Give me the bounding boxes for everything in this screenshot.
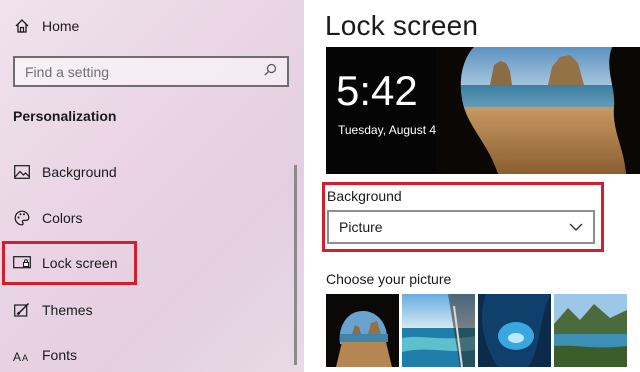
choose-picture-label: Choose your picture xyxy=(326,271,452,287)
palette-icon xyxy=(12,208,32,228)
nav-home[interactable]: Home xyxy=(12,14,79,38)
preview-beach-image xyxy=(436,47,640,174)
nav-home-label: Home xyxy=(42,18,80,34)
lock-screen-date: Tuesday, August 4 xyxy=(338,123,437,137)
sidebar-item-fonts[interactable]: AA Fonts xyxy=(2,333,294,372)
page-title: Lock screen xyxy=(325,10,479,41)
search-icon[interactable] xyxy=(264,63,277,81)
sidebar-item-label: Colors xyxy=(42,210,83,226)
settings-sidebar: Home Find a setting Personalization Back… xyxy=(0,0,304,372)
background-dropdown[interactable]: Picture xyxy=(327,210,595,244)
sidebar-item-background[interactable]: Background xyxy=(2,150,294,194)
section-title: Personalization xyxy=(13,108,117,124)
sidebar-item-label: Lock screen xyxy=(42,255,118,271)
picture-thumbnail-cave[interactable] xyxy=(326,294,399,367)
search-placeholder: Find a setting xyxy=(25,63,110,80)
picture-thumbnail-mountains[interactable] xyxy=(554,294,627,367)
svg-text:A: A xyxy=(13,350,21,362)
background-label: Background xyxy=(327,188,402,204)
lock-screen-icon xyxy=(12,253,32,273)
svg-text:A: A xyxy=(22,353,28,362)
lock-screen-time: 5:42 xyxy=(336,67,418,114)
main-content: Lock screen 5:42 Tuesday, August 4 Backg… xyxy=(304,0,640,372)
sidebar-item-label: Background xyxy=(42,164,117,180)
sidebar-item-label: Fonts xyxy=(42,347,78,363)
sidebar-scrollbar[interactable] xyxy=(294,165,297,365)
picture-thumbnail-ice-cave[interactable] xyxy=(478,294,551,367)
sidebar-item-themes[interactable]: Themes xyxy=(2,288,294,332)
lock-screen-preview: 5:42 Tuesday, August 4 xyxy=(326,47,640,174)
sidebar-item-colors[interactable]: Colors xyxy=(2,196,294,240)
chevron-down-icon xyxy=(569,218,583,236)
sidebar-item-lock-screen[interactable]: Lock screen xyxy=(2,241,137,285)
background-dropdown-value: Picture xyxy=(339,219,383,235)
sidebar-item-label: Themes xyxy=(42,302,93,318)
brush-icon xyxy=(12,300,32,320)
home-icon xyxy=(12,16,32,36)
fonts-icon: AA xyxy=(12,345,32,365)
search-input[interactable]: Find a setting xyxy=(13,56,289,87)
image-icon xyxy=(12,162,32,182)
picture-thumbnail-coast[interactable] xyxy=(402,294,475,367)
